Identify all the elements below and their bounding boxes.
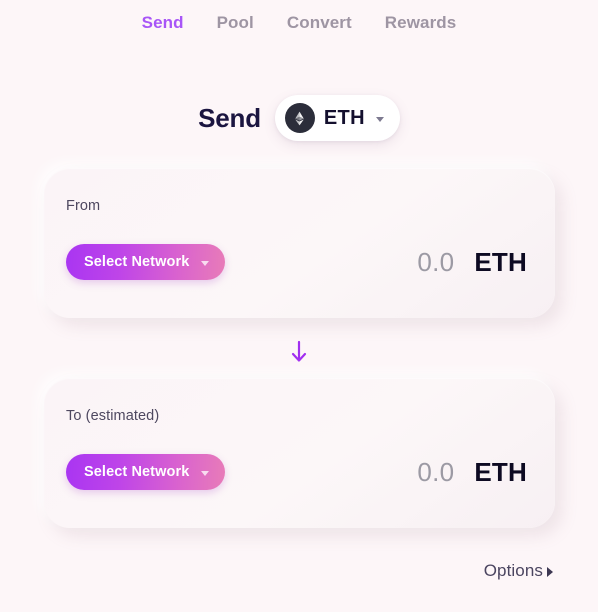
caret-right-icon — [547, 567, 553, 577]
chevron-down-icon — [201, 260, 210, 266]
to-amount-group: 0.0 ETH — [417, 457, 529, 488]
to-card: To (estimated) Select Network 0.0 ETH — [44, 378, 555, 528]
from-card-row: Select Network 0.0 ETH — [66, 244, 529, 280]
to-card-row: Select Network 0.0 ETH — [66, 454, 529, 490]
to-select-network-button[interactable]: Select Network — [66, 454, 226, 490]
ethereum-logo-icon — [284, 103, 315, 133]
main-navigation: Send Pool Convert Rewards — [0, 0, 598, 38]
from-label: From — [66, 198, 101, 214]
chevron-down-icon — [201, 470, 210, 476]
from-card: From Select Network 0.0 ETH — [44, 168, 555, 318]
token-symbol-label: ETH — [323, 106, 365, 129]
token-selector[interactable]: ETH — [274, 95, 400, 141]
from-amount-input[interactable]: 0.0 — [417, 247, 454, 278]
options-label: Options — [483, 561, 543, 580]
nav-tab-convert[interactable]: Convert — [287, 13, 352, 33]
to-label: To (estimated) — [66, 408, 160, 424]
from-select-network-button[interactable]: Select Network — [66, 244, 226, 280]
nav-tab-rewards[interactable]: Rewards — [385, 13, 457, 33]
page-title: Send — [198, 102, 261, 133]
arrow-down-icon — [291, 340, 307, 362]
page-header: Send ETH — [0, 93, 598, 143]
from-select-network-label: Select Network — [84, 254, 190, 270]
to-amount-symbol: ETH — [474, 456, 527, 487]
to-select-network-label: Select Network — [84, 464, 190, 480]
nav-tab-send[interactable]: Send — [142, 13, 184, 33]
options-toggle[interactable]: Options — [484, 561, 553, 581]
to-amount-input[interactable]: 0.0 — [417, 457, 454, 488]
from-amount-group: 0.0 ETH — [417, 247, 529, 278]
nav-tab-pool[interactable]: Pool — [217, 13, 254, 33]
chevron-down-icon — [375, 117, 384, 122]
from-amount-symbol: ETH — [474, 246, 527, 277]
direction-arrow — [0, 339, 598, 365]
